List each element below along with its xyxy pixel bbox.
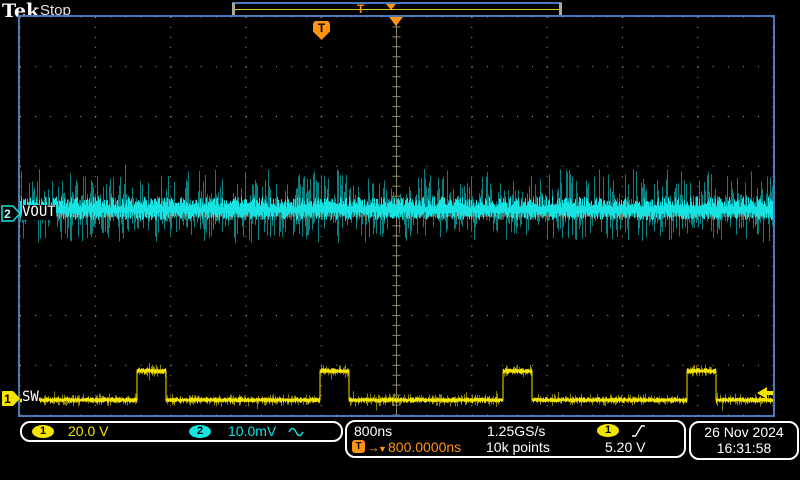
- delay-triangle-icon: ▼: [378, 442, 387, 457]
- date-readout: 26 Nov 2024: [691, 424, 797, 440]
- channel2-label: VOUT: [22, 205, 56, 220]
- record-length: 10k points: [486, 440, 550, 455]
- trigger-level-arrow-icon[interactable]: [757, 386, 773, 404]
- horizontal-trigger-readout-box[interactable]: 800ns 1.25GS/s 1 T → ▼ 800.0000ns 10k po…: [345, 420, 686, 458]
- graticule: [18, 15, 775, 417]
- channel2-marker-number: 2: [4, 207, 11, 221]
- trigger-delay-badge-icon: T: [352, 440, 365, 453]
- channel1-label: SW: [22, 390, 39, 405]
- channel2-badge[interactable]: 2: [189, 425, 211, 438]
- channel1-scale[interactable]: 20.0 V: [68, 424, 108, 439]
- horizontal-delay[interactable]: 800.0000ns: [388, 440, 461, 455]
- ch1-noise-envelope: [24, 363, 772, 411]
- record-expansion-triangle-icon: [386, 4, 396, 10]
- channel-readout-box[interactable]: 1 20.0 V 2 10.0mV: [20, 421, 343, 442]
- channel2-scale[interactable]: 10.0mV: [228, 424, 276, 439]
- ac-coupling-icon: [288, 427, 306, 437]
- channel1-marker-number: 1: [4, 392, 11, 406]
- channel2-marker[interactable]: 2: [1, 205, 21, 222]
- channel1-marker[interactable]: 1: [1, 390, 21, 407]
- horizontal-scale[interactable]: 800ns: [354, 424, 392, 439]
- datetime-box: 26 Nov 2024 16:31:58: [689, 421, 799, 460]
- trigger-source-badge[interactable]: 1: [597, 424, 619, 437]
- channel1-badge[interactable]: 1: [32, 425, 54, 438]
- sample-rate: 1.25GS/s: [487, 424, 545, 439]
- time-readout: 16:31:58: [691, 440, 797, 456]
- trigger-slope-rising-icon: [631, 424, 646, 438]
- record-waveform-line: [234, 9, 560, 10]
- record-trigger-marker-icon: T: [357, 2, 364, 16]
- trigger-level[interactable]: 5.20 V: [605, 440, 645, 455]
- oscilloscope-screen: Tek Stop T T 2 1 VOUT SW: [0, 0, 800, 480]
- expansion-point-triangle-icon[interactable]: [389, 17, 403, 26]
